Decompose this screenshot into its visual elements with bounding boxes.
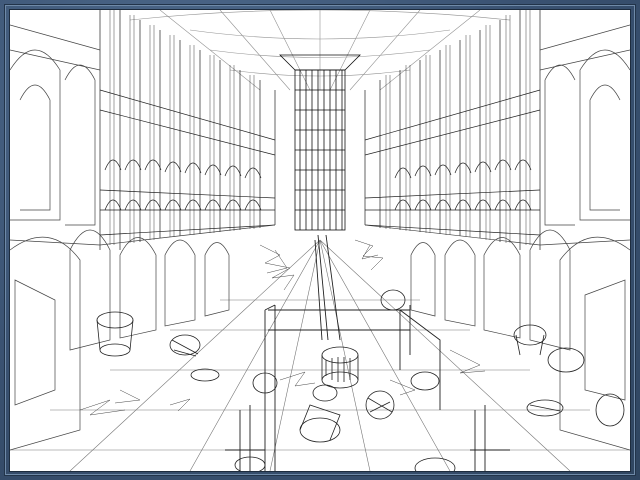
wireframe-scene xyxy=(10,10,630,471)
wireframe-viewport[interactable] xyxy=(9,9,631,472)
window-frame xyxy=(0,0,640,480)
